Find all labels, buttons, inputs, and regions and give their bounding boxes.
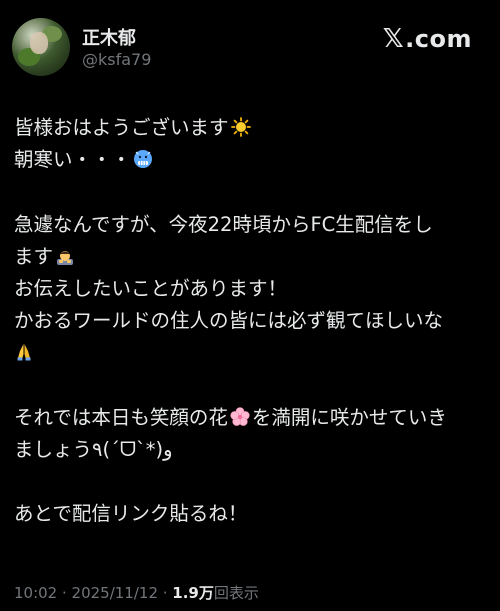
x-logo-icon: 𝕏	[382, 24, 405, 54]
x-brand-logo: 𝕏.com	[383, 24, 472, 54]
views-label: 回表示	[213, 584, 259, 602]
post-text-segment: それでは本日も笑顔の花	[14, 405, 228, 429]
cold-face-icon	[134, 150, 153, 169]
post-meta: 10:02 · 2025/11/12 · 1.9万回表示	[14, 582, 259, 603]
post-line: ます	[14, 241, 492, 273]
post-line: ましょう٩(´ᗜ`*)و	[14, 437, 173, 461]
post-text-segment: ます	[14, 244, 54, 268]
post-text-segment: 朝寒い・・・	[14, 148, 132, 172]
post-line: あとで配信リンク貼るね！	[14, 502, 248, 526]
author-handle[interactable]: @ksfa79	[82, 50, 151, 69]
post-text-segment: を満開に咲かせていき	[251, 405, 447, 429]
post-line: 急遽なんですが、今夜22時頃からFC生配信をし	[14, 212, 433, 236]
post-line: かおるワールドの住人の皆には必ず観てほしいな	[14, 309, 444, 333]
brand-domain: .com	[405, 25, 472, 53]
post-timestamp[interactable]: 10:02 · 2025/11/12 ·	[14, 584, 172, 602]
folded-hands-icon	[17, 344, 31, 361]
views-count: 1.9万	[172, 584, 214, 602]
post-line: 朝寒い・・・	[14, 144, 492, 176]
post-text: 皆様おはようございます 朝寒い・・・ 急遽なんですが、今夜22時頃からFC生配信…	[14, 112, 492, 530]
author-name[interactable]: 正木郁	[82, 24, 136, 50]
post-header: 正木郁 @ksfa79 𝕏.com	[12, 18, 488, 80]
post-line: 皆様おはようございます	[14, 112, 492, 144]
post-line: それでは本日も笑顔の花 を満開に咲かせていき	[14, 402, 492, 434]
post-line	[14, 337, 492, 369]
sun-icon	[230, 117, 251, 137]
post-text-segment: 皆様おはようございます	[14, 116, 229, 139]
bowing-person-icon	[57, 250, 74, 265]
avatar[interactable]	[12, 18, 70, 76]
cherry-blossom-icon	[230, 406, 250, 426]
post-line: お伝えしたいことがあります！	[14, 276, 288, 300]
